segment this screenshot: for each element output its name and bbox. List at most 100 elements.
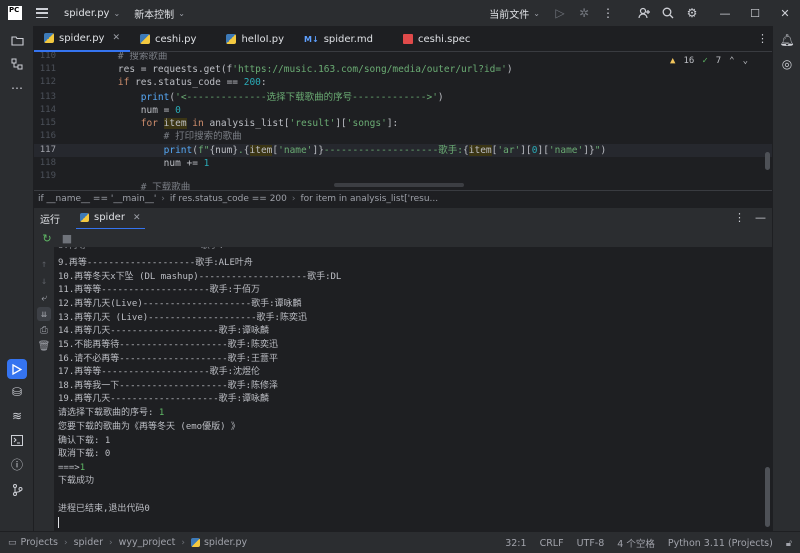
console-line: 11.再等等--------------------歌手:于佰万 <box>58 285 261 295</box>
breadcrumb-item[interactable]: spider.py <box>204 537 247 548</box>
chevron-up-icon[interactable]: ⌃ <box>729 56 734 66</box>
code-line: num = 0 <box>95 105 181 116</box>
search-icon[interactable] <box>656 3 680 23</box>
folder-icon: ▭ <box>8 537 17 548</box>
breadcrumb-item[interactable]: wyy_project <box>119 537 176 548</box>
vcs-label: 新本控制 <box>134 9 175 21</box>
soft-wrap-icon[interactable]: ⤶ <box>37 291 51 305</box>
run-tool-icon[interactable] <box>7 359 27 379</box>
file-encoding[interactable]: UTF-8 <box>577 538 605 549</box>
print-icon[interactable]: ⎙ <box>37 323 51 337</box>
console-line: 进程已结束,退出代码0 <box>58 504 150 514</box>
structure-icon[interactable] <box>9 56 25 72</box>
close-icon[interactable]: ✕ <box>770 0 800 26</box>
maximize-icon[interactable]: ☐ <box>740 0 770 26</box>
minimize-icon[interactable]: — <box>710 0 740 26</box>
hamburger-icon[interactable] <box>36 8 48 18</box>
more-vertical-icon[interactable]: ⋮ <box>734 211 745 224</box>
close-icon[interactable]: ✕ <box>112 33 120 43</box>
vcs-selector[interactable]: 新本控制 ⌄ <box>120 6 185 21</box>
rerun-icon[interactable]: ↻ <box>40 231 54 245</box>
bug-icon[interactable]: ✲ <box>572 3 596 23</box>
run-config-selector[interactable]: 当前文件 ⌄ <box>489 6 540 21</box>
cursor-position[interactable]: 32:1 <box>505 538 526 549</box>
notifications-icon[interactable]: 🔔︎ <box>779 32 795 48</box>
chevron-right-icon: › <box>181 537 185 548</box>
code-line: print(f"{num}.{item['name']}------------… <box>163 145 607 156</box>
pycharm-logo-icon: PC <box>8 6 22 20</box>
python-file-icon <box>44 33 54 43</box>
tab-spider-py[interactable]: spider.py ✕ <box>34 26 131 52</box>
console-line: 18.再等我一下--------------------歌手:陈修泽 <box>58 381 279 391</box>
git-icon[interactable] <box>9 482 25 498</box>
editor-horizontal-scrollbar[interactable] <box>334 183 464 187</box>
chevron-right-icon: › <box>291 193 296 204</box>
console-line: 您要下载的歌曲为《再等冬天 (emo優版) 》 <box>58 422 240 432</box>
line-separator[interactable]: CRLF <box>540 538 564 549</box>
editor-scrollbar[interactable] <box>765 152 770 170</box>
python-interpreter[interactable]: Python 3.11 (Projects) <box>668 538 773 549</box>
breadcrumb-item[interactable]: spider <box>74 537 103 548</box>
python-file-icon <box>140 34 151 44</box>
close-icon[interactable]: ✕ <box>133 213 141 223</box>
line-number: 115 <box>39 118 56 128</box>
gear-icon[interactable]: ⚙ <box>680 3 704 23</box>
more-vertical-icon[interactable]: ⋮ <box>596 3 620 23</box>
breadcrumb-item[interactable]: if __name__ == '__main__' <box>38 194 156 204</box>
code-line: for item in analysis_list['result']['son… <box>140 118 399 129</box>
tab-ceshi-spec[interactable]: ceshi.spec <box>393 26 480 52</box>
more-vertical-icon[interactable]: ⋮ <box>757 32 768 45</box>
code-line: # 打印搜索的歌曲 <box>95 131 242 142</box>
tab-ceshi-py[interactable]: ceshi.py <box>130 26 206 52</box>
play-icon[interactable]: ▷ <box>548 3 572 23</box>
console-line: 12.再等几天(Live)--------------------歌手:谭咏麟 <box>58 299 302 309</box>
console-line: 9.再等--------------------歌手:ALE叶舟 <box>58 258 253 268</box>
tab-helloi-py[interactable]: helloI.py <box>216 26 294 52</box>
ai-assistant-icon[interactable]: ◎ <box>779 56 795 72</box>
run-config-label: 当前文件 <box>489 9 530 21</box>
line-number: 111 <box>39 64 56 74</box>
user-input-echo: 1 <box>158 408 165 418</box>
minimize-panel-icon[interactable]: — <box>755 211 766 224</box>
tab-label: ceshi.py <box>155 33 197 45</box>
code-line: if res.status_code == 200: <box>117 77 267 88</box>
code-editor[interactable]: 110 111 112 113 114 115 116 117 118 119 … <box>34 52 772 190</box>
line-number: 118 <box>39 158 56 168</box>
stop-icon[interactable]: ■ <box>60 231 74 245</box>
breadcrumb-item[interactable]: Projects <box>21 537 58 548</box>
tab-spider-md[interactable]: M↓ spider.md <box>294 26 383 52</box>
folder-icon[interactable] <box>9 32 25 48</box>
tab-label: spider.py <box>59 32 105 44</box>
markdown-file-icon: M↓ <box>304 34 319 44</box>
project-name: spider.py <box>64 7 110 19</box>
terminal-icon[interactable] <box>9 432 25 448</box>
breadcrumb-item[interactable]: for item in analysis_list['resu... <box>300 194 438 204</box>
code-line: # 下载歌曲 <box>95 182 191 190</box>
check-icon: ✓ <box>702 56 708 66</box>
console-scrollbar[interactable] <box>765 467 770 527</box>
code-line: print('<--------------选择下载歌曲的序号---------… <box>140 92 444 103</box>
console-line: 请选择下载歌曲的序号: 1 <box>58 407 164 421</box>
add-user-icon[interactable] <box>632 3 656 23</box>
python-file-icon <box>190 538 200 547</box>
project-selector[interactable]: spider.py ⌄ <box>48 8 120 19</box>
inspection-widget[interactable]: ▲ 16 ✓ 7 ⌃ ⌄ <box>670 56 748 66</box>
trash-icon[interactable]: 🗑︎ <box>37 339 51 353</box>
python-packages-icon[interactable]: ⛁ <box>9 384 25 400</box>
line-number: 116 <box>39 131 56 141</box>
breadcrumb-item[interactable]: if res.status_code == 200 <box>170 194 287 204</box>
scroll-to-end-icon[interactable]: ⇊ <box>37 307 51 321</box>
more-horizontal-icon[interactable]: ⋯ <box>9 80 25 96</box>
indent-setting[interactable]: 4 个空格 <box>617 536 655 550</box>
chevron-down-icon[interactable]: ⌄ <box>743 56 748 66</box>
line-number: 113 <box>39 92 56 102</box>
tab-label: helloI.py <box>241 33 285 45</box>
run-tab-spider[interactable]: spider ✕ <box>76 208 145 230</box>
problems-icon[interactable]: ⓘ <box>9 456 25 472</box>
lock-icon[interactable]: 🔓︎ <box>786 538 792 549</box>
run-console[interactable]: ↑ ↓ ⤶ ⇊ ⎙ 🗑︎ 8.再等---------------------歌手… <box>34 247 772 531</box>
arrow-down-icon[interactable]: ↓ <box>37 274 51 288</box>
run-tab-label: spider <box>94 212 125 223</box>
layers-icon[interactable]: ≋ <box>9 408 25 424</box>
arrow-up-icon[interactable]: ↑ <box>37 257 51 271</box>
